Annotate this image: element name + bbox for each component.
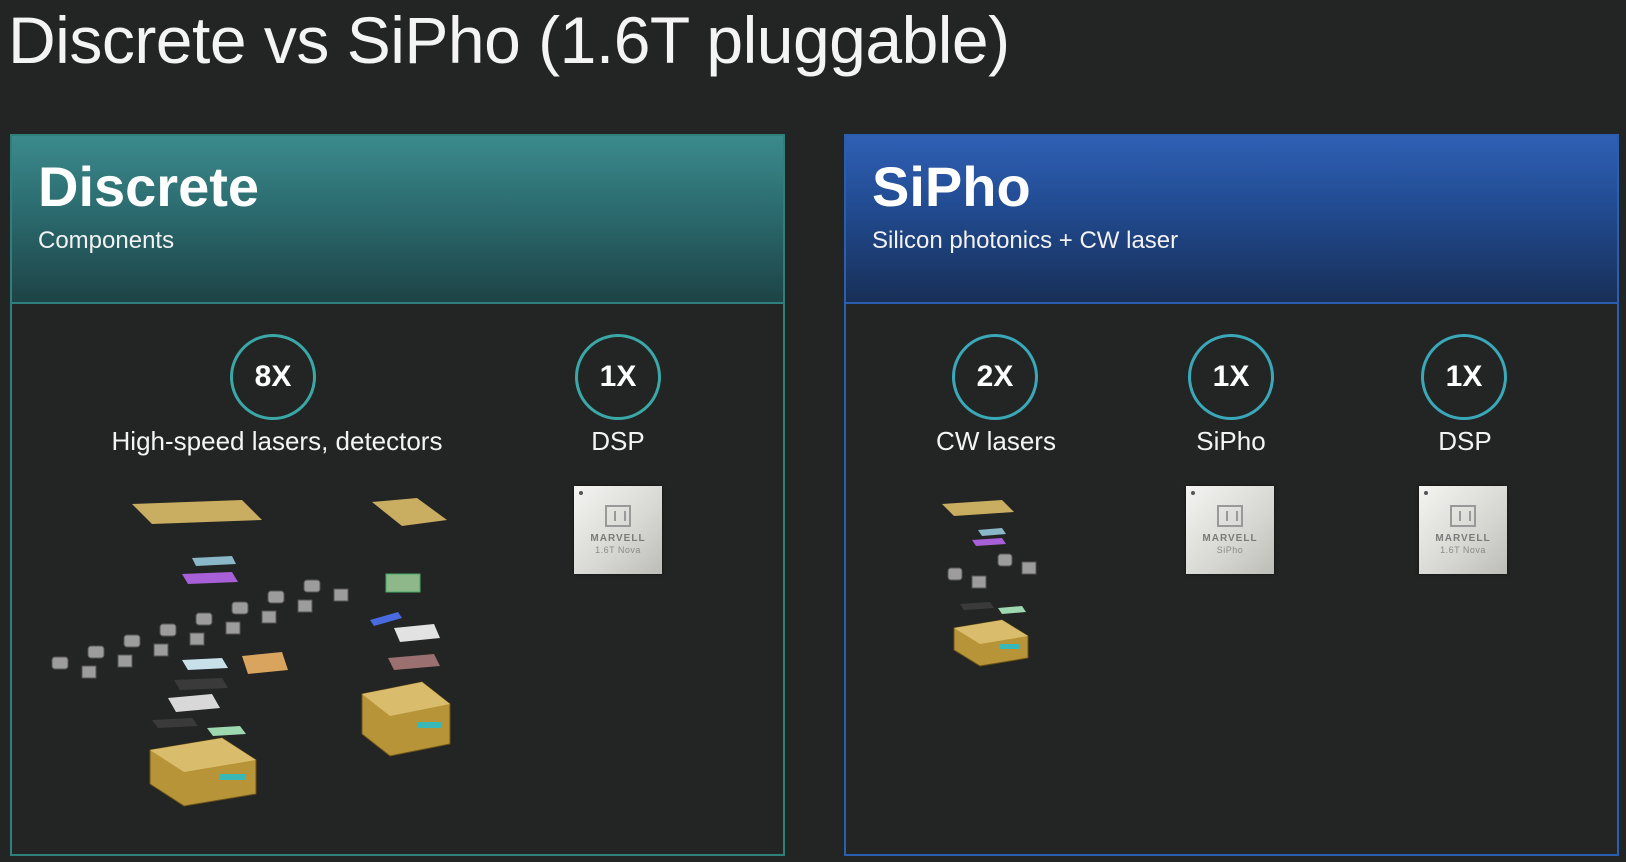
dsp-count-badge: 1X bbox=[575, 334, 661, 420]
discrete-panel-body: 8X High-speed lasers, detectors 1X DSP M… bbox=[12, 304, 783, 852]
marvell-logo-icon bbox=[1450, 505, 1476, 527]
slide-title: Discrete vs SiPho (1.6T pluggable) bbox=[8, 3, 1010, 77]
dsp-chip-brand: MARVELL bbox=[590, 533, 646, 544]
discrete-optics-exploded-illustration bbox=[51, 498, 451, 807]
sipho-panel: SiPho Silicon photonics + CW laser 2X CW… bbox=[844, 134, 1619, 856]
marvell-logo-icon bbox=[1217, 505, 1243, 527]
discrete-panel: Discrete Components 8X High-speed lasers… bbox=[10, 134, 785, 856]
cw-lasers-exploded-illustration bbox=[942, 500, 1037, 667]
dsp-chip-model: 1.6T Nova bbox=[595, 545, 641, 555]
cw-lasers-count-badge: 2X bbox=[952, 334, 1038, 420]
sipho-label: SiPho bbox=[1196, 426, 1266, 456]
cw-lasers-label: CW lasers bbox=[936, 426, 1056, 456]
sipho-dsp-count-badge: 1X bbox=[1421, 334, 1507, 420]
sipho-heading: SiPho bbox=[872, 155, 1031, 218]
dsp-label: DSP bbox=[591, 426, 645, 456]
discrete-heading: Discrete bbox=[38, 155, 260, 218]
discrete-subheading: Components bbox=[38, 226, 175, 254]
sipho-panel-header: SiPho Silicon photonics + CW laser bbox=[846, 136, 1617, 304]
marvell-logo-icon bbox=[605, 505, 631, 527]
sipho-dsp-chip-brand: MARVELL bbox=[1435, 533, 1491, 544]
sipho-panel-body: 2X CW lasers 1X SiPho 1X DSP MARVELL SiP… bbox=[846, 304, 1617, 852]
sipho-dsp-chip-image: MARVELL 1.6T Nova bbox=[1419, 486, 1507, 574]
discrete-panel-header: Discrete Components bbox=[12, 136, 783, 304]
sipho-count-badge: 1X bbox=[1188, 334, 1274, 420]
sipho-chip-image: MARVELL SiPho bbox=[1186, 486, 1274, 574]
lasers-label: High-speed lasers, detectors bbox=[111, 426, 443, 456]
dsp-chip-image: MARVELL 1.6T Nova bbox=[574, 486, 662, 574]
sipho-chip-model: SiPho bbox=[1216, 545, 1244, 555]
sipho-dsp-chip-model: 1.6T Nova bbox=[1440, 545, 1486, 555]
lasers-count-badge: 8X bbox=[230, 334, 316, 420]
sipho-chip-brand: MARVELL bbox=[1202, 533, 1258, 544]
sipho-subheading: Silicon photonics + CW laser bbox=[872, 226, 1179, 254]
sipho-dsp-label: DSP bbox=[1438, 426, 1492, 456]
